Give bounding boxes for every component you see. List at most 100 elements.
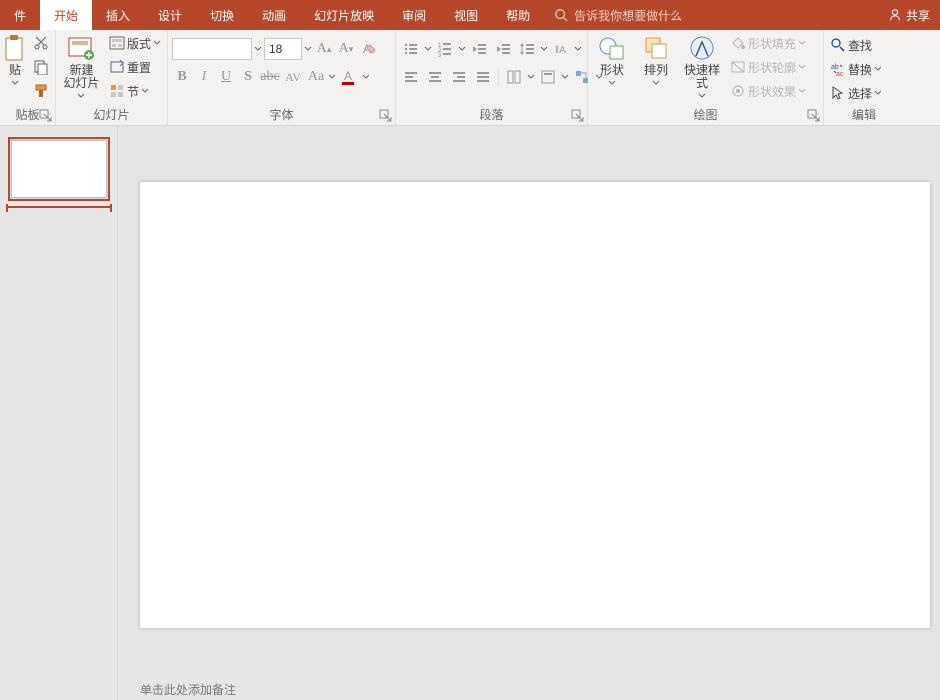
group-clipboard: 贴 贴板	[0, 30, 56, 125]
paragraph-launcher[interactable]	[571, 109, 585, 123]
text-direction-button[interactable]: ‖A	[550, 38, 572, 60]
bullets-button[interactable]	[400, 38, 422, 60]
strikethrough-button[interactable]: abc	[260, 66, 280, 88]
dialog-launcher-icon	[39, 109, 53, 123]
quick-styles-button[interactable]: 快速样式	[680, 32, 724, 100]
tab-file[interactable]: 件	[0, 0, 40, 30]
shrink-font-button[interactable]: A▾	[336, 38, 356, 60]
chevron-down-icon	[153, 39, 161, 47]
line-spacing-button[interactable]	[516, 38, 538, 60]
italic-button[interactable]: I	[194, 66, 214, 88]
underline-button[interactable]: U	[216, 66, 236, 88]
slide-thumbnail-panel[interactable]	[0, 126, 118, 700]
font-name-combo[interactable]	[172, 38, 252, 60]
section-button[interactable]: 节	[107, 80, 163, 102]
font-size-dropdown[interactable]	[304, 38, 312, 60]
numbering-icon: 123	[437, 41, 453, 57]
shape-fill-button[interactable]: 形状填充	[728, 32, 808, 54]
tab-review[interactable]: 审阅	[388, 0, 440, 30]
reset-icon	[109, 59, 125, 75]
replace-icon: abac	[830, 61, 846, 77]
dialog-launcher-icon	[379, 109, 393, 123]
workspace: 单击此处添加备注	[0, 126, 940, 700]
shapes-icon	[598, 34, 626, 62]
ribbon: 贴 贴板 新建 幻灯片	[0, 30, 940, 126]
bold-button[interactable]: B	[172, 66, 192, 88]
decrease-indent-button[interactable]	[468, 38, 490, 60]
tab-design[interactable]: 设计	[144, 0, 196, 30]
notes-placeholder[interactable]: 单击此处添加备注	[140, 681, 236, 698]
drawing-launcher[interactable]	[807, 109, 821, 123]
find-button[interactable]: 查找	[828, 34, 884, 56]
chevron-down-icon	[574, 45, 582, 53]
tab-animations[interactable]: 动画	[248, 0, 300, 30]
font-size-combo[interactable]: 18	[264, 38, 302, 60]
align-text-button[interactable]	[537, 66, 559, 88]
change-case-button[interactable]: Aa	[306, 66, 326, 88]
align-center-button[interactable]	[424, 66, 446, 88]
font-size-value: 18	[269, 42, 282, 56]
group-editing-title: 编辑	[828, 107, 900, 125]
increase-indent-button[interactable]	[492, 38, 514, 60]
font-name-dropdown[interactable]	[254, 38, 262, 60]
chevron-down-icon	[11, 79, 19, 87]
line-spacing-icon	[519, 41, 535, 57]
layout-button[interactable]: 版式	[107, 32, 163, 54]
group-slides-title: 幻灯片	[60, 107, 163, 125]
outdent-icon	[471, 41, 487, 57]
paste-button[interactable]: 贴	[4, 32, 26, 87]
arrange-button[interactable]: 排列	[636, 32, 676, 87]
group-paragraph: 123 ‖A 段落	[396, 30, 588, 125]
tab-view[interactable]: 视图	[440, 0, 492, 30]
select-button[interactable]: 选择	[828, 82, 884, 104]
shape-outline-button[interactable]: 形状轮廓	[728, 56, 808, 78]
tab-home[interactable]: 开始	[40, 0, 92, 30]
cursor-icon	[830, 85, 846, 101]
chevron-down-icon	[698, 92, 706, 100]
tell-me-search[interactable]: 告诉我你想要做什么	[544, 0, 692, 30]
new-slide-button[interactable]: 新建 幻灯片	[60, 32, 103, 100]
new-slide-icon	[66, 34, 96, 62]
format-painter-button[interactable]	[30, 80, 52, 102]
outline-icon	[730, 59, 746, 75]
tab-insert[interactable]: 插入	[92, 0, 144, 30]
clear-formatting-button[interactable]: A	[358, 38, 380, 60]
tab-bar: 件 开始 插入 设计 切换 动画 幻灯片放映 审阅 视图 帮助 告诉我你想要做什…	[0, 0, 940, 30]
font-color-button[interactable]: A	[338, 66, 360, 88]
slide-canvas[interactable]	[140, 182, 930, 628]
slide-canvas-area[interactable]: 单击此处添加备注	[118, 126, 940, 700]
svg-text:A: A	[344, 69, 352, 83]
paste-icon	[4, 34, 26, 62]
numbering-button[interactable]: 123	[434, 38, 456, 60]
grow-font-button[interactable]: A▴	[314, 38, 334, 60]
slide-thumbnail-1[interactable]	[11, 140, 107, 198]
tab-slideshow[interactable]: 幻灯片放映	[300, 0, 388, 30]
align-center-icon	[427, 69, 443, 85]
bullets-icon	[403, 41, 419, 57]
columns-button[interactable]	[503, 66, 525, 88]
chevron-down-icon	[362, 73, 370, 81]
justify-button[interactable]	[472, 66, 494, 88]
cut-button[interactable]	[30, 32, 52, 54]
tab-help[interactable]: 帮助	[492, 0, 544, 30]
char-spacing-button[interactable]: AV	[282, 66, 304, 88]
clipboard-launcher[interactable]	[39, 109, 53, 123]
chevron-down-icon	[798, 87, 806, 95]
reset-button[interactable]: 重置	[107, 56, 163, 78]
shape-effects-button[interactable]: 形状效果	[728, 80, 808, 102]
replace-button[interactable]: abac 替换	[828, 58, 884, 80]
shapes-button[interactable]: 形状	[592, 32, 632, 87]
tab-transitions[interactable]: 切换	[196, 0, 248, 30]
search-icon	[830, 37, 846, 53]
arrange-icon	[642, 34, 670, 62]
svg-text:ac: ac	[836, 71, 844, 77]
align-right-button[interactable]	[448, 66, 470, 88]
align-left-button[interactable]	[400, 66, 422, 88]
font-launcher[interactable]	[379, 109, 393, 123]
share-button[interactable]: 共享	[878, 0, 940, 30]
svg-text:3: 3	[438, 53, 442, 57]
group-font-title: 字体	[172, 107, 391, 125]
text-shadow-button[interactable]: S	[238, 66, 258, 88]
chevron-down-icon	[798, 39, 806, 47]
copy-button[interactable]	[30, 56, 52, 78]
